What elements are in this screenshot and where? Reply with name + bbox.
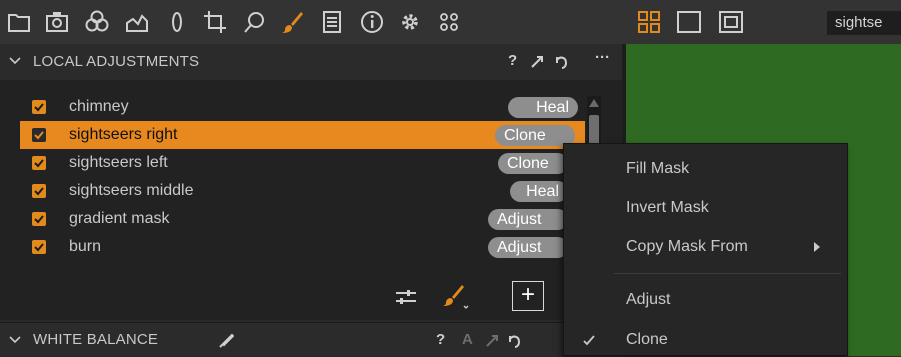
layer-row[interactable]: gradient mask Adjust	[20, 205, 585, 233]
grid-layout-icon[interactable]	[632, 7, 666, 37]
chevron-down-icon[interactable]	[8, 54, 22, 68]
layer-row[interactable]: chimney Heal	[20, 93, 585, 121]
single-layout-icon[interactable]	[672, 7, 706, 37]
layer-checkbox[interactable]	[32, 156, 46, 170]
folder-icon[interactable]	[2, 7, 36, 37]
help-icon[interactable]: ?	[436, 331, 445, 348]
sliders-icon[interactable]	[394, 286, 418, 308]
settings-icon[interactable]	[393, 7, 427, 37]
layer-mode-badge[interactable]: Heal	[508, 97, 578, 118]
chevron-down-icon[interactable]	[8, 333, 22, 347]
layer-name: gradient mask	[69, 210, 170, 227]
compare-layout-icon[interactable]	[714, 7, 748, 37]
color-circles-icon[interactable]	[80, 7, 114, 37]
layer-name: burn	[69, 238, 102, 255]
menu-item-adjust[interactable]: Adjust	[626, 291, 670, 309]
panel-title: LOCAL ADJUSTMENTS	[33, 53, 200, 70]
layer-checkbox[interactable]	[32, 184, 46, 198]
new-brush-layer-icon[interactable]	[440, 282, 470, 312]
layer-checkbox[interactable]	[32, 100, 46, 114]
help-icon[interactable]: ?	[508, 52, 517, 69]
layer-name: sightseers middle	[69, 182, 194, 199]
checkmark-icon	[583, 335, 595, 346]
add-layer-button[interactable]: +	[512, 281, 544, 311]
panel-title: WHITE BALANCE	[33, 331, 159, 348]
camera-icon[interactable]	[40, 7, 74, 37]
scripts-icon[interactable]	[432, 7, 466, 37]
layer-name: chimney	[69, 98, 129, 115]
white-balance-header[interactable]: WHITE BALANCE ? A	[0, 322, 622, 357]
layer-row[interactable]: burn Adjust	[20, 233, 585, 261]
layer-row-selected[interactable]: sightseers right Clone	[20, 121, 585, 149]
layer-mode-badge[interactable]: Clone	[498, 153, 568, 174]
variant-name-field[interactable]: sightse	[827, 11, 901, 35]
copy-settings-icon[interactable]	[484, 333, 500, 349]
levels-icon[interactable]	[120, 7, 154, 37]
reset-icon[interactable]	[553, 54, 569, 70]
viewer-toolbar: sightse	[622, 0, 901, 44]
list-icon[interactable]	[315, 7, 349, 37]
menu-separator	[614, 273, 841, 274]
local-adjustments-header[interactable]: LOCAL ADJUSTMENTS ? ···	[0, 44, 622, 80]
layer-name: sightseers left	[69, 154, 168, 171]
layer-checkbox[interactable]	[32, 212, 46, 226]
layer-mode-badge[interactable]: Adjust	[488, 209, 568, 230]
auto-icon[interactable]: A	[462, 331, 473, 348]
info-icon[interactable]	[355, 7, 389, 37]
context-menu: Fill Mask Invert Mask Copy Mask From Adj…	[563, 143, 848, 356]
menu-item-clone[interactable]: Clone	[626, 331, 668, 349]
layer-checkbox[interactable]	[32, 240, 46, 254]
spot-icon[interactable]	[238, 7, 272, 37]
tool-tabs-bar	[0, 0, 622, 44]
layer-name: sightseers right	[69, 126, 178, 143]
more-options-icon[interactable]: ···	[595, 49, 610, 66]
scroll-up-arrow-icon[interactable]	[587, 96, 601, 110]
menu-item-fill-mask[interactable]: Fill Mask	[626, 160, 689, 178]
copy-settings-icon[interactable]	[529, 54, 545, 70]
picker-icon[interactable]	[218, 333, 234, 349]
layer-mode-badge[interactable]: Adjust	[488, 237, 568, 258]
layer-mode-badge[interactable]: Heal	[510, 181, 568, 202]
layer-row[interactable]: sightseers left Clone	[20, 149, 585, 177]
menu-item-copy-mask-from[interactable]: Copy Mask From	[626, 238, 748, 256]
lens-icon[interactable]	[160, 7, 194, 37]
layer-checkbox[interactable]	[32, 128, 46, 142]
submenu-arrow-icon	[814, 242, 820, 252]
reset-icon[interactable]	[506, 333, 522, 349]
brush-icon[interactable]	[275, 7, 309, 37]
menu-item-invert-mask[interactable]: Invert Mask	[626, 199, 709, 217]
layer-row[interactable]: sightseers middle Heal	[20, 177, 585, 205]
crop-icon[interactable]	[198, 7, 232, 37]
